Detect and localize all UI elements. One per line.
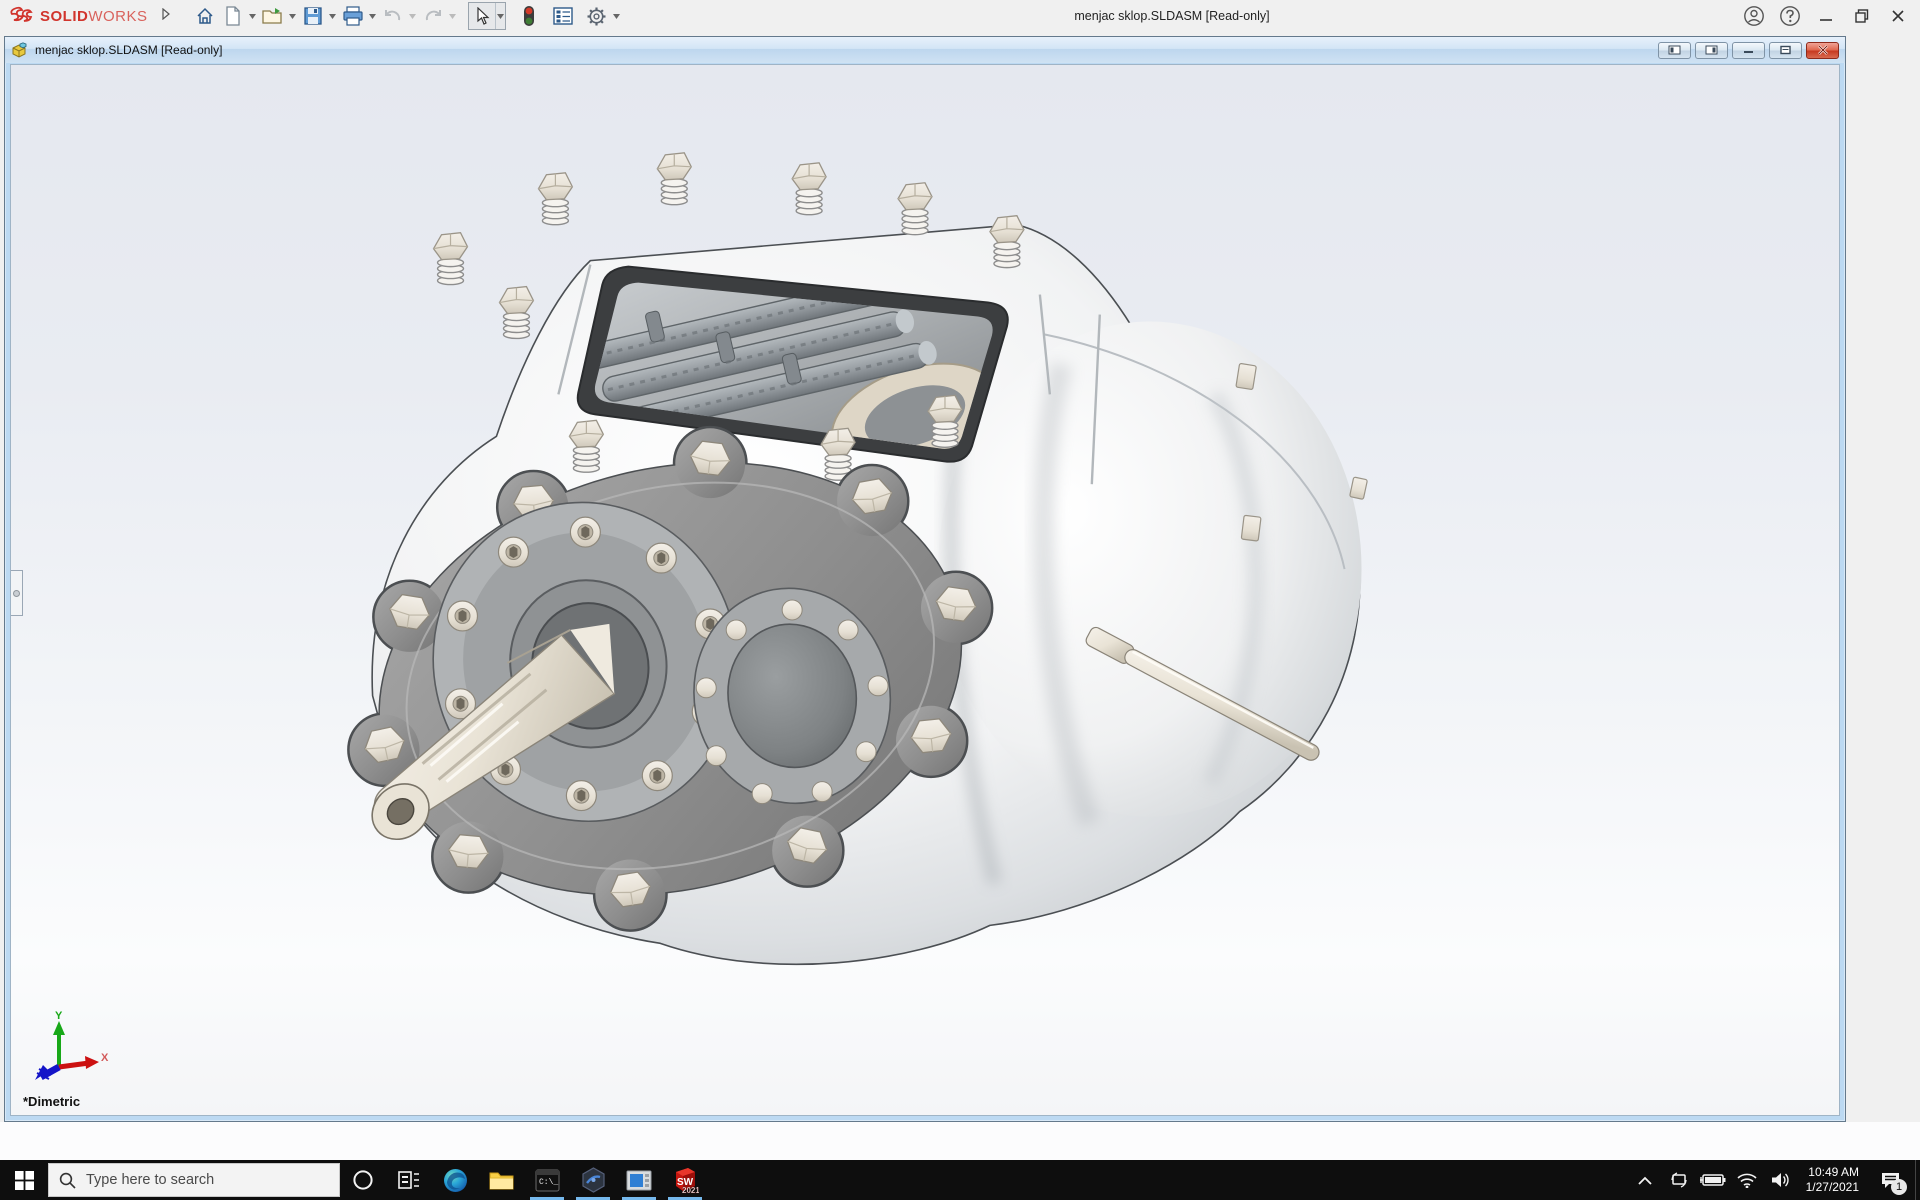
child-restore-button[interactable]: [1769, 42, 1802, 59]
clock-date: 1/27/2021: [1806, 1180, 1859, 1195]
ds-logo-icon: [10, 6, 36, 26]
command-prompt-icon[interactable]: C:\_: [524, 1160, 570, 1200]
tile-right-pane-button[interactable]: [1695, 42, 1728, 59]
system-tray: 10:49 AM 1/27/2021 1: [1630, 1160, 1920, 1200]
performance-evaluation-button[interactable]: [516, 3, 542, 29]
save-button[interactable]: [300, 3, 326, 29]
save-dropdown[interactable]: [328, 3, 338, 29]
app-window-controls: [1742, 0, 1910, 32]
cortana-button[interactable]: [340, 1160, 386, 1200]
undo-button[interactable]: [380, 3, 406, 29]
reference-triad[interactable]: Y X: [33, 1009, 111, 1081]
status-strip: [0, 1122, 1920, 1160]
graphics-viewport[interactable]: Y X *Dimetric: [10, 64, 1840, 1116]
panel-splitter-handle[interactable]: [10, 570, 23, 616]
start-button[interactable]: [0, 1160, 48, 1200]
child-close-button[interactable]: [1806, 42, 1839, 59]
notification-badge: 1: [1891, 1179, 1907, 1195]
sw-icon-year: 2021: [682, 1186, 699, 1194]
solidworks-app-icon[interactable]: SW 2021: [662, 1160, 708, 1200]
battery-charging-icon[interactable]: [1698, 1160, 1728, 1200]
search-icon: [59, 1172, 76, 1189]
restore-button[interactable]: [1850, 4, 1874, 28]
splitter-dot-icon: [13, 590, 20, 597]
options-dropdown[interactable]: [612, 3, 622, 29]
select-dropdown[interactable]: [495, 3, 505, 29]
print-button[interactable]: [340, 3, 366, 29]
tray-chevron-up-icon[interactable]: [1630, 1160, 1660, 1200]
media-app-icon[interactable]: [616, 1160, 662, 1200]
main-toolbar: [192, 2, 622, 30]
tile-left-pane-button[interactable]: [1658, 42, 1691, 59]
display-states-button[interactable]: [550, 3, 576, 29]
print-dropdown[interactable]: [368, 3, 378, 29]
toolbar-flyout-arrow[interactable]: [162, 7, 170, 25]
open-dropdown[interactable]: [288, 3, 298, 29]
triad-x-label: X: [101, 1052, 109, 1064]
taskbar-clock[interactable]: 10:49 AM 1/27/2021: [1800, 1165, 1865, 1195]
open-button[interactable]: [260, 3, 286, 29]
app-titlebar: SOLIDWORKS: [0, 0, 1920, 32]
child-minimize-button[interactable]: [1732, 42, 1765, 59]
search-input[interactable]: [86, 1172, 306, 1188]
close-button[interactable]: [1886, 4, 1910, 28]
gearbox-3d-model[interactable]: [11, 65, 1839, 1115]
action-center-button[interactable]: 1: [1869, 1160, 1911, 1200]
task-view-button[interactable]: [386, 1160, 432, 1200]
triad-y-label: Y: [55, 1010, 63, 1022]
document-window: menjac sklop.SLDASM [Read-only]: [4, 36, 1846, 1122]
taskbar-search[interactable]: [48, 1163, 340, 1197]
new-document-button[interactable]: [220, 3, 246, 29]
document-window-buttons: [1658, 42, 1839, 59]
volume-icon[interactable]: [1766, 1160, 1796, 1200]
account-icon[interactable]: [1742, 4, 1766, 28]
new-document-dropdown[interactable]: [248, 3, 258, 29]
windows-taskbar: C:\_ SW 2021: [0, 1160, 1920, 1200]
redo-dropdown[interactable]: [448, 3, 458, 29]
edge-icon[interactable]: [432, 1160, 478, 1200]
view-orientation-label: *Dimetric: [23, 1094, 80, 1109]
options-gear-button[interactable]: [584, 3, 610, 29]
solidworks-logo: SOLIDWORKS: [0, 6, 148, 26]
redo-button[interactable]: [420, 3, 446, 29]
select-tool-group: [468, 2, 506, 30]
wifi-icon[interactable]: [1732, 1160, 1762, 1200]
assembly-document-icon: [11, 42, 29, 58]
help-icon[interactable]: [1778, 4, 1802, 28]
svg-text:C:\_: C:\_: [539, 1178, 558, 1187]
document-window-title: menjac sklop.SLDASM [Read-only]: [35, 43, 222, 57]
edrawings-icon[interactable]: [570, 1160, 616, 1200]
document-window-titlebar[interactable]: menjac sklop.SLDASM [Read-only]: [5, 37, 1845, 63]
connect-display-icon[interactable]: [1664, 1160, 1694, 1200]
show-desktop-button[interactable]: [1915, 1160, 1920, 1200]
minimize-button[interactable]: [1814, 4, 1838, 28]
undo-dropdown[interactable]: [408, 3, 418, 29]
home-button[interactable]: [192, 3, 218, 29]
clock-time: 10:49 AM: [1806, 1165, 1859, 1180]
document-title-text: menjac sklop.SLDASM [Read-only]: [1074, 9, 1269, 23]
brand-text: SOLIDWORKS: [40, 8, 148, 25]
select-cursor-button[interactable]: [469, 3, 495, 29]
file-explorer-icon[interactable]: [478, 1160, 524, 1200]
